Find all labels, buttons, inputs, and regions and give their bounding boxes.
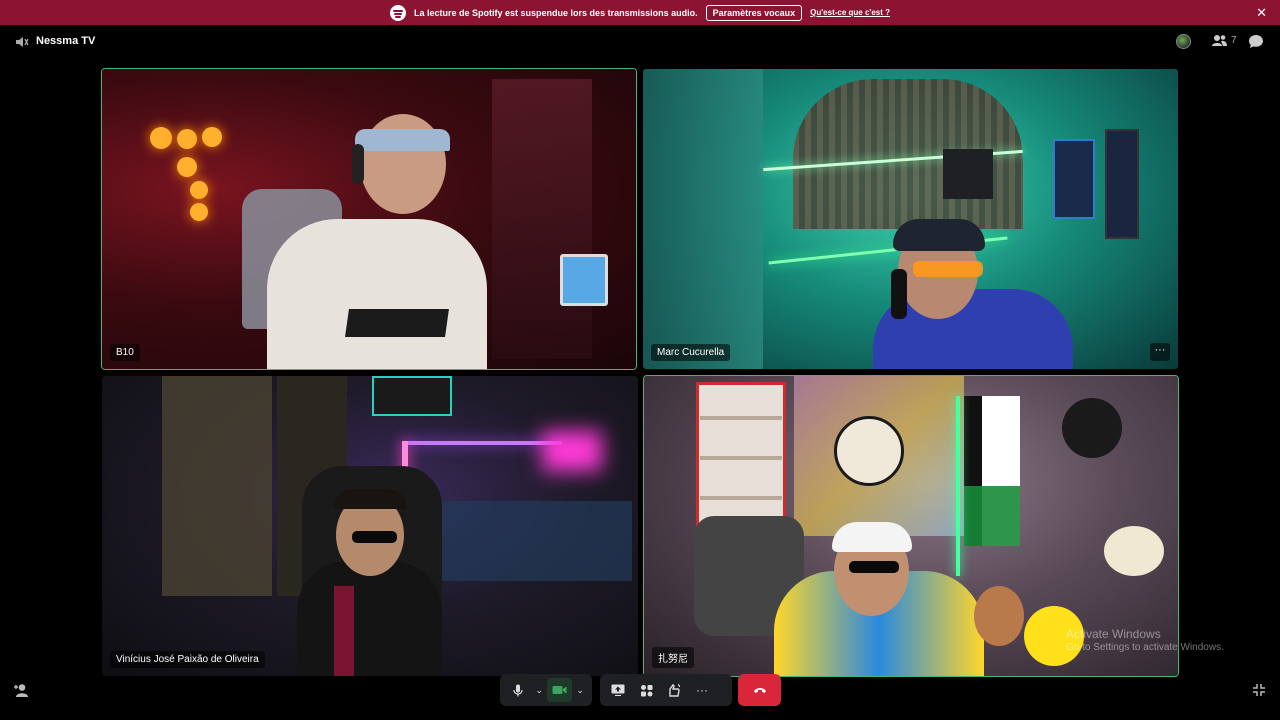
more-options-button[interactable]: ··· (688, 678, 716, 702)
activity-icon[interactable] (1176, 34, 1191, 49)
participant-count: 7 (1231, 35, 1237, 46)
people-icon (1212, 35, 1227, 46)
activities-icon (640, 684, 652, 696)
video-feed (102, 69, 636, 369)
whats-this-link[interactable]: Qu'est-ce que c'est ? (810, 8, 890, 17)
channel-name: Nessma TV (36, 35, 96, 47)
voice-settings-button[interactable]: Paramètres vocaux (705, 4, 803, 21)
camera-options-chevron[interactable]: ⌄ (572, 678, 588, 702)
activity-controls: ··· (600, 674, 732, 706)
exit-fullscreen-icon[interactable] (1252, 683, 1266, 697)
video-tile-marc-cucurella[interactable]: Marc Cucurella ··· (643, 69, 1178, 369)
video-tile-vinicius[interactable]: Vinícius José Paixão de Oliveira (102, 376, 638, 676)
video-feed (102, 376, 638, 676)
soundboard-button[interactable] (660, 678, 688, 702)
spotify-notice-bar: La lecture de Spotify est suspendue lors… (0, 0, 1280, 25)
watermark-subtitle: Go to Settings to activate Windows. (1066, 642, 1224, 653)
spotify-icon (390, 4, 407, 21)
video-tile-b10[interactable]: B10 (101, 68, 637, 370)
call-header: Nessma TV 7 (0, 25, 1280, 59)
participant-name: Vinícius José Paixão de Oliveira (110, 651, 265, 668)
chat-icon[interactable] (1248, 34, 1264, 49)
camera-button[interactable] (546, 678, 573, 702)
watermark-title: Activate Windows (1066, 627, 1161, 641)
participant-name: 扎努尼 (652, 647, 694, 668)
screen-share-icon (611, 684, 625, 696)
windows-activation-watermark: Activate Windows Go to Settings to activ… (1066, 627, 1224, 653)
hang-up-icon (753, 688, 766, 693)
microphone-button[interactable] (504, 678, 531, 702)
media-controls: ⌄ ⌄ (500, 674, 592, 706)
disconnect-button[interactable] (738, 674, 781, 706)
tile-more-options-button[interactable]: ··· (1150, 343, 1170, 361)
activities-button[interactable] (632, 678, 660, 702)
close-icon[interactable]: ✕ (1256, 5, 1267, 21)
video-feed (643, 69, 1178, 369)
participant-name: Marc Cucurella (651, 344, 731, 361)
speaker-icon (16, 37, 29, 47)
soundboard-icon (669, 683, 681, 697)
notice-message: La lecture de Spotify est suspendue lors… (414, 7, 698, 18)
invite-people-icon[interactable] (14, 683, 30, 698)
microphone-options-chevron[interactable]: ⌄ (531, 678, 547, 702)
camera-icon (552, 686, 567, 694)
screen-share-button[interactable] (604, 678, 632, 702)
microphone-icon (513, 684, 523, 696)
participants-button[interactable]: 7 (1212, 34, 1237, 47)
participant-name: B10 (110, 344, 140, 361)
